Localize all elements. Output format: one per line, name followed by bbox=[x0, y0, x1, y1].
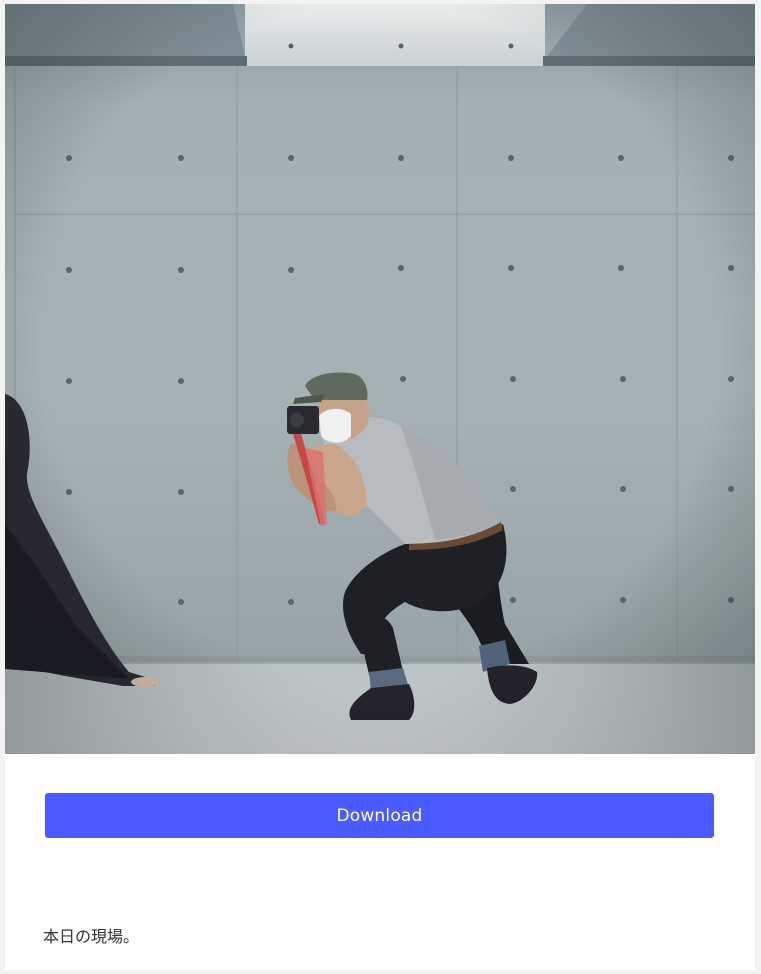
photo-illustration bbox=[5, 4, 755, 754]
post-caption: 本日の現場。 bbox=[43, 927, 140, 946]
post-photo bbox=[5, 4, 755, 754]
download-button[interactable]: Download bbox=[45, 793, 714, 838]
photo-card: Download 本日の現場。 bbox=[5, 4, 755, 970]
